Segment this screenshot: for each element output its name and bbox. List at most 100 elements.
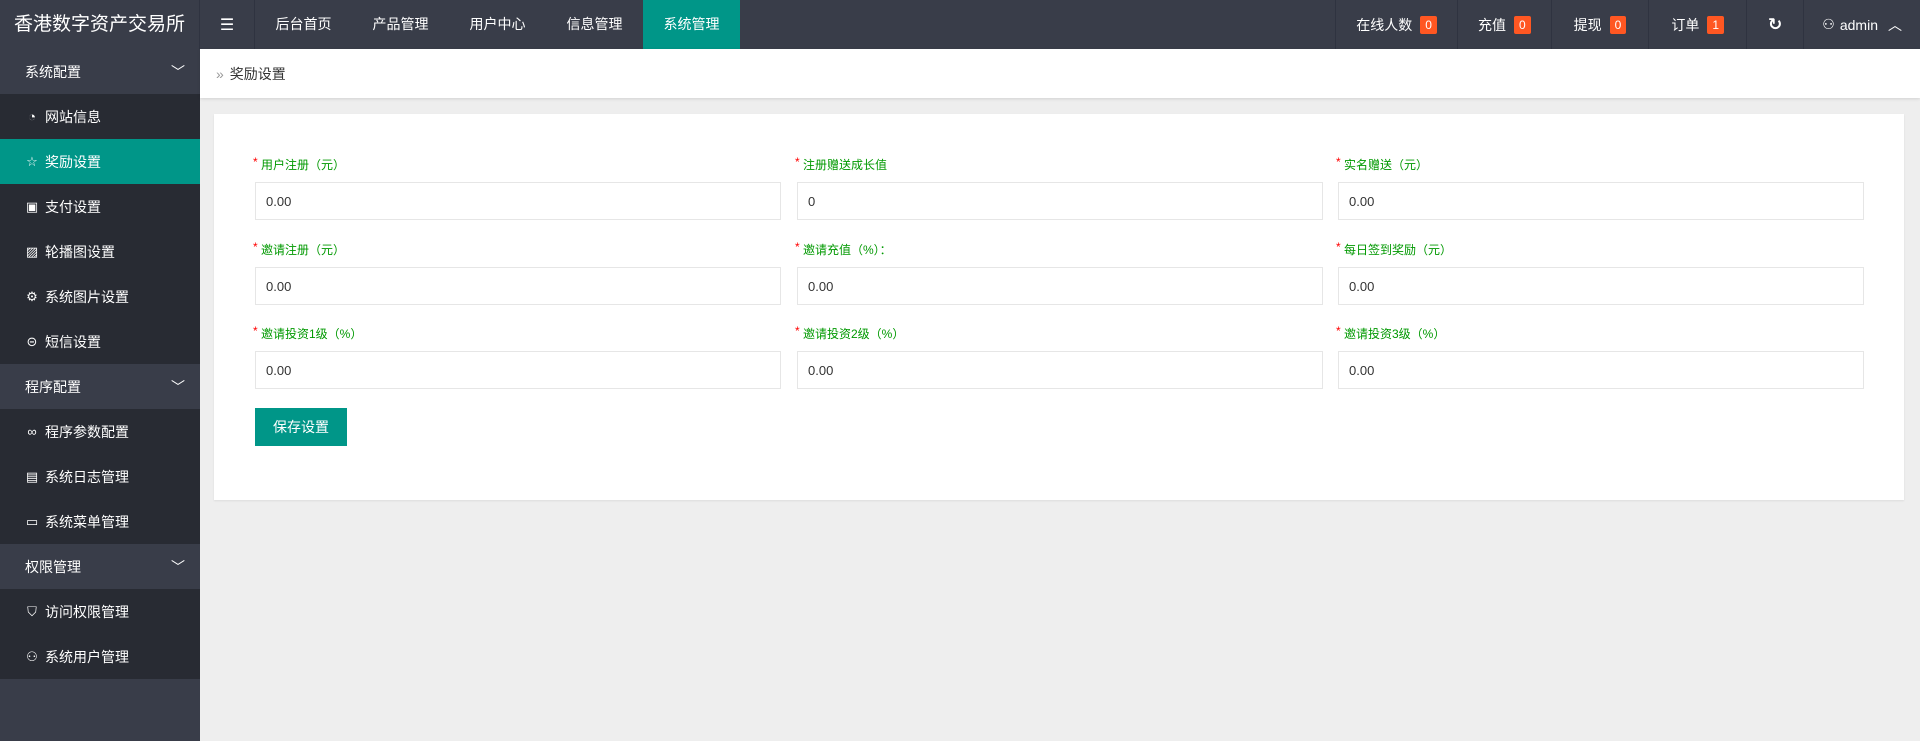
- online-users[interactable]: 在线人数 0: [1335, 0, 1457, 49]
- link-icon: ∞: [27, 424, 37, 439]
- user-icon: ⚇: [1822, 16, 1835, 32]
- sidebar-item-label: 系统日志管理: [45, 468, 129, 485]
- sidebar-group-permissions[interactable]: 权限管理 ﹀: [0, 544, 200, 589]
- sidebar-item-program-params[interactable]: ∞ 程序参数配置: [0, 409, 200, 454]
- required-mark: *: [1336, 155, 1341, 169]
- sidebar-toggle-button[interactable]: ☰: [200, 0, 255, 49]
- field-realname-bonus: * 实名赠送（元）: [1336, 155, 1864, 220]
- field-invite-recharge: * 邀请充值（%）：: [795, 240, 1323, 305]
- field-label: 邀请注册（元）: [261, 243, 346, 257]
- recharge[interactable]: 充值 0: [1456, 0, 1551, 49]
- sidebar-item-label: 轮播图设置: [45, 243, 115, 260]
- withdraw[interactable]: 提现 0: [1550, 0, 1649, 49]
- field-invite-register: * 邀请注册（元）: [253, 240, 781, 305]
- field-invite-invest-3: * 邀请投资3级（%）: [1336, 324, 1864, 389]
- sidebar-item-label: 系统用户管理: [45, 648, 129, 665]
- online-badge: 0: [1420, 15, 1437, 34]
- chevron-down-icon: ﹀: [171, 558, 185, 575]
- required-mark: *: [253, 240, 258, 254]
- window-icon: ▭: [25, 513, 39, 529]
- field-label: 每日签到奖励（元）: [1344, 243, 1453, 257]
- required-mark: *: [795, 240, 800, 254]
- reward-settings-form: *用户注册（元） *注册赠送成长值 *实名赠送（元） *邀请注册（元） *邀请充…: [214, 114, 1904, 500]
- realname-bonus-input[interactable]: [1338, 182, 1864, 220]
- sidebar-item-label: 网站信息: [45, 108, 101, 125]
- field-label: 实名赠送（元）: [1344, 158, 1429, 172]
- chat-icon: ⊝: [26, 333, 38, 349]
- sidebar-item-label: 奖励设置: [45, 153, 101, 170]
- invite-recharge-input[interactable]: [797, 267, 1323, 305]
- breadcrumb-current: 奖励设置: [229, 65, 286, 82]
- sidebar-item-system-users[interactable]: ⚇ 系统用户管理: [0, 634, 200, 679]
- tab-system[interactable]: 系统管理: [643, 0, 740, 49]
- menu-fold-icon: ☰: [219, 16, 235, 34]
- app-title: 香港数字资产交易所: [0, 0, 200, 49]
- sidebar-item-payment-settings[interactable]: ▣ 支付设置: [0, 184, 200, 229]
- sidebar-item-sms-settings[interactable]: ⊝ 短信设置: [0, 319, 200, 364]
- required-mark: *: [795, 324, 800, 338]
- dashboard-icon: ◔: [28, 109, 36, 124]
- tab-info[interactable]: 信息管理: [546, 0, 643, 49]
- tab-products[interactable]: 产品管理: [352, 0, 449, 49]
- star-icon: ☆: [26, 153, 38, 169]
- orders[interactable]: 订单 1: [1648, 0, 1746, 49]
- field-label: 邀请投资3级（%）: [1344, 327, 1446, 341]
- invite-register-input[interactable]: [255, 267, 781, 305]
- sidebar-item-label: 程序参数配置: [45, 423, 129, 440]
- tab-users[interactable]: 用户中心: [449, 0, 546, 49]
- field-label: 邀请充值（%）：: [803, 243, 892, 257]
- user-register-input[interactable]: [255, 182, 781, 220]
- chevron-down-icon: ﹀: [171, 378, 185, 395]
- required-mark: *: [1336, 240, 1341, 254]
- required-mark: *: [253, 155, 258, 169]
- tab-home[interactable]: 后台首页: [255, 0, 352, 49]
- refresh-button[interactable]: ↻: [1746, 0, 1803, 49]
- withdraw-label: 提现: [1573, 16, 1602, 33]
- field-user-register: * 用户注册（元）: [253, 155, 781, 220]
- sidebar-item-site-info[interactable]: ◔ 网站信息: [0, 94, 200, 139]
- user-icon: ⚇: [26, 648, 38, 664]
- sidebar-item-system-logs[interactable]: ▤ 系统日志管理: [0, 454, 200, 499]
- username: admin: [1839, 16, 1878, 33]
- sidebar-item-label: 系统菜单管理: [45, 513, 129, 530]
- group-label: 权限管理: [25, 558, 81, 575]
- image-icon: ▨: [25, 243, 39, 259]
- invite-invest-1-input[interactable]: [255, 351, 781, 389]
- order-badge: 1: [1707, 15, 1725, 34]
- field-invite-invest-1: * 邀请投资1级（%）: [253, 324, 781, 389]
- sidebar-item-reward-settings[interactable]: ☆ 奖励设置: [0, 139, 200, 184]
- save-settings-button[interactable]: 保存设置: [255, 408, 347, 446]
- invite-invest-3-input[interactable]: [1338, 351, 1864, 389]
- sidebar-item-label: 访问权限管理: [45, 603, 129, 620]
- sidebar-item-label: 支付设置: [45, 198, 101, 215]
- register-growth-input[interactable]: [797, 182, 1323, 220]
- sidebar-item-access-permissions[interactable]: ⛉ 访问权限管理: [0, 589, 200, 634]
- breadcrumb: » 奖励设置: [200, 49, 1920, 98]
- chevron-down-icon: ﹀: [171, 63, 185, 80]
- sidebar-group-program-config[interactable]: 程序配置 ﹀: [0, 364, 200, 409]
- field-daily-checkin: * 每日签到奖励（元）: [1336, 240, 1864, 305]
- required-mark: *: [1336, 324, 1341, 338]
- field-label: 邀请投资2级（%）: [803, 327, 905, 341]
- sidebar: 系统配置 ﹀ ◔ 网站信息 ☆ 奖励设置 ▣ 支付设置 ▨ 轮播图设置 ⚙ 系统图片设置 ⊝…: [0, 49, 200, 741]
- shield-icon: ⛉: [27, 603, 37, 619]
- double-chevron-right-icon: »: [216, 65, 224, 82]
- sidebar-item-carousel-settings[interactable]: ▨ 轮播图设置: [0, 229, 200, 274]
- user-menu[interactable]: ⚇ admin ︿: [1803, 0, 1920, 49]
- sidebar-item-system-menus[interactable]: ▭ 系统菜单管理: [0, 499, 200, 544]
- sidebar-group-system-config[interactable]: 系统配置 ﹀: [0, 49, 200, 94]
- recharge-badge: 0: [1513, 15, 1531, 34]
- sidebar-item-image-settings[interactable]: ⚙ 系统图片设置: [0, 274, 200, 319]
- withdraw-badge: 0: [1609, 15, 1627, 34]
- group-label: 程序配置: [25, 378, 81, 395]
- daily-checkin-input[interactable]: [1338, 267, 1864, 305]
- order-label: 订单: [1671, 16, 1700, 33]
- refresh-icon: ↻: [1768, 14, 1783, 34]
- required-mark: *: [795, 155, 800, 169]
- top-bar: 香港数字资产交易所 ☰ 后台首页 产品管理 用户中心 信息管理 系统管理 在线人…: [0, 0, 1920, 49]
- field-label: 邀请投资1级（%）: [261, 327, 363, 341]
- clipboard-icon: ▤: [25, 468, 39, 484]
- online-label: 在线人数: [1356, 16, 1413, 33]
- invite-invest-2-input[interactable]: [797, 351, 1323, 389]
- field-label: 用户注册（元）: [261, 158, 346, 172]
